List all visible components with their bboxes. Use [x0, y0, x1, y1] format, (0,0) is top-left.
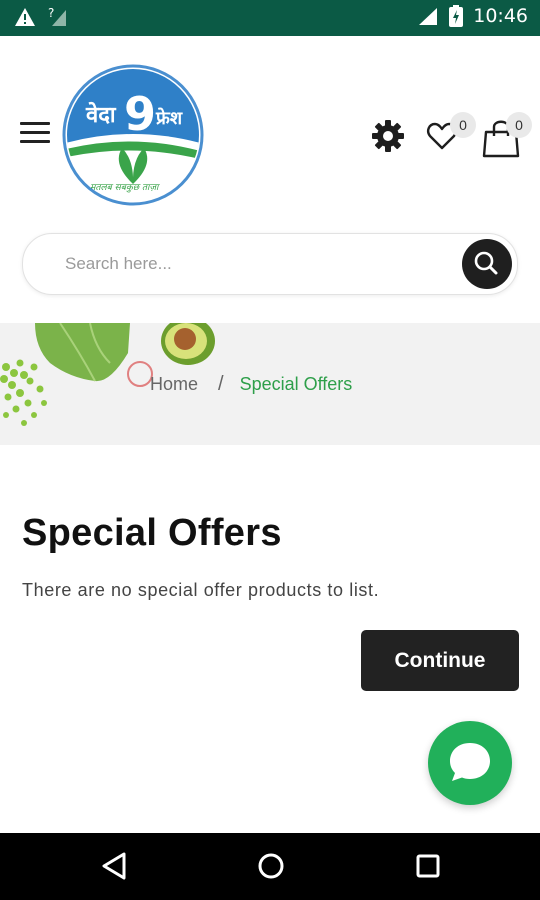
app-header: वेदा 9 फ्रेश मतलब सबकुछ ताज़ा 0 0	[0, 36, 540, 236]
back-icon[interactable]	[100, 851, 128, 886]
status-time: 10:46	[473, 5, 528, 27]
breadcrumb-home-link[interactable]: Home	[150, 374, 198, 395]
warning-icon	[15, 8, 35, 26]
logo-tagline: मतलब सबकुछ ताज़ा	[90, 183, 160, 193]
search-bar	[22, 233, 518, 295]
gear-icon[interactable]	[370, 118, 406, 154]
home-icon[interactable]	[256, 851, 286, 886]
breadcrumb-current: Special Offers	[239, 374, 353, 394]
no-signal-icon: ?	[48, 6, 66, 26]
wishlist-count-badge: 0	[450, 112, 476, 138]
cart-count-badge: 0	[506, 112, 532, 138]
breadcrumb: Home / Special Offers	[150, 373, 352, 396]
breadcrumb-separator: /	[218, 373, 224, 395]
logo-text-right: फ्रेश	[155, 107, 183, 129]
system-nav-bar	[0, 833, 540, 900]
logo-text-left: वेदा	[85, 101, 117, 128]
search-input[interactable]	[63, 248, 427, 280]
status-left: ?	[14, 6, 68, 28]
search-icon	[474, 251, 498, 275]
empty-state-message: There are no special offer products to l…	[22, 580, 380, 600]
brand-logo[interactable]: वेदा 9 फ्रेश मतलब सबकुछ ताज़ा	[62, 64, 204, 206]
search-button[interactable]	[462, 239, 512, 289]
status-bar: ? 10:46	[0, 0, 540, 36]
page-title: Special Offers	[22, 512, 282, 554]
chat-button[interactable]	[428, 721, 512, 805]
svg-text:?: ?	[48, 6, 54, 20]
signal-icon	[419, 8, 438, 25]
continue-button[interactable]: Continue	[361, 630, 519, 691]
battery-charging-icon	[449, 5, 464, 27]
breadcrumb-banner: Home / Special Offers	[0, 323, 540, 445]
status-right: 10:46	[417, 5, 528, 27]
logo-number: 9	[124, 87, 156, 141]
recents-icon[interactable]	[414, 851, 442, 886]
chat-bubble-icon	[450, 743, 490, 781]
hamburger-menu-icon[interactable]	[20, 122, 50, 146]
